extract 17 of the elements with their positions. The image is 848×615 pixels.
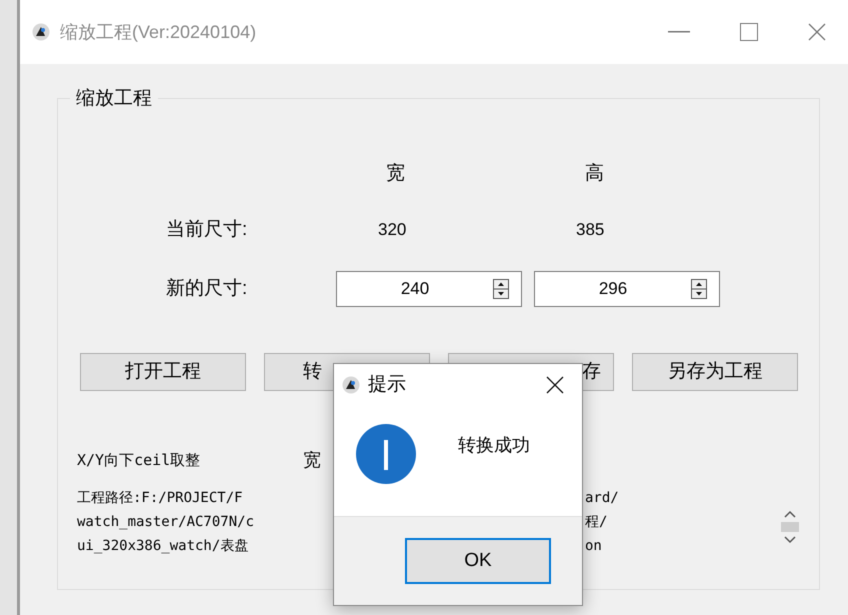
column-header: 高: [585, 162, 604, 186]
field-label: 新的尺寸:: [166, 276, 248, 301]
path-text: 程/: [585, 513, 608, 532]
path-text: 工程路径:F:/PROJECT/F: [77, 489, 244, 508]
option-label: 宽: [303, 449, 321, 472]
path-text: on: [585, 537, 602, 556]
column-header: 宽: [386, 162, 405, 186]
window-title: 缩放工程(Ver:20240104): [60, 20, 256, 44]
option-label: X/Y向下ceil取整: [77, 450, 202, 472]
dialog-title: 提示: [368, 372, 406, 397]
path-text: ard/: [585, 489, 619, 508]
dialog-message: 转换成功: [458, 434, 530, 457]
path-text: watch_master/AC707N/c: [77, 513, 256, 532]
current-height: 385: [576, 219, 604, 242]
path-text: ui_320x386_watch/表盘: [77, 537, 250, 556]
current-width: 320: [378, 219, 408, 242]
field-label: 当前尺寸:: [166, 218, 248, 242]
